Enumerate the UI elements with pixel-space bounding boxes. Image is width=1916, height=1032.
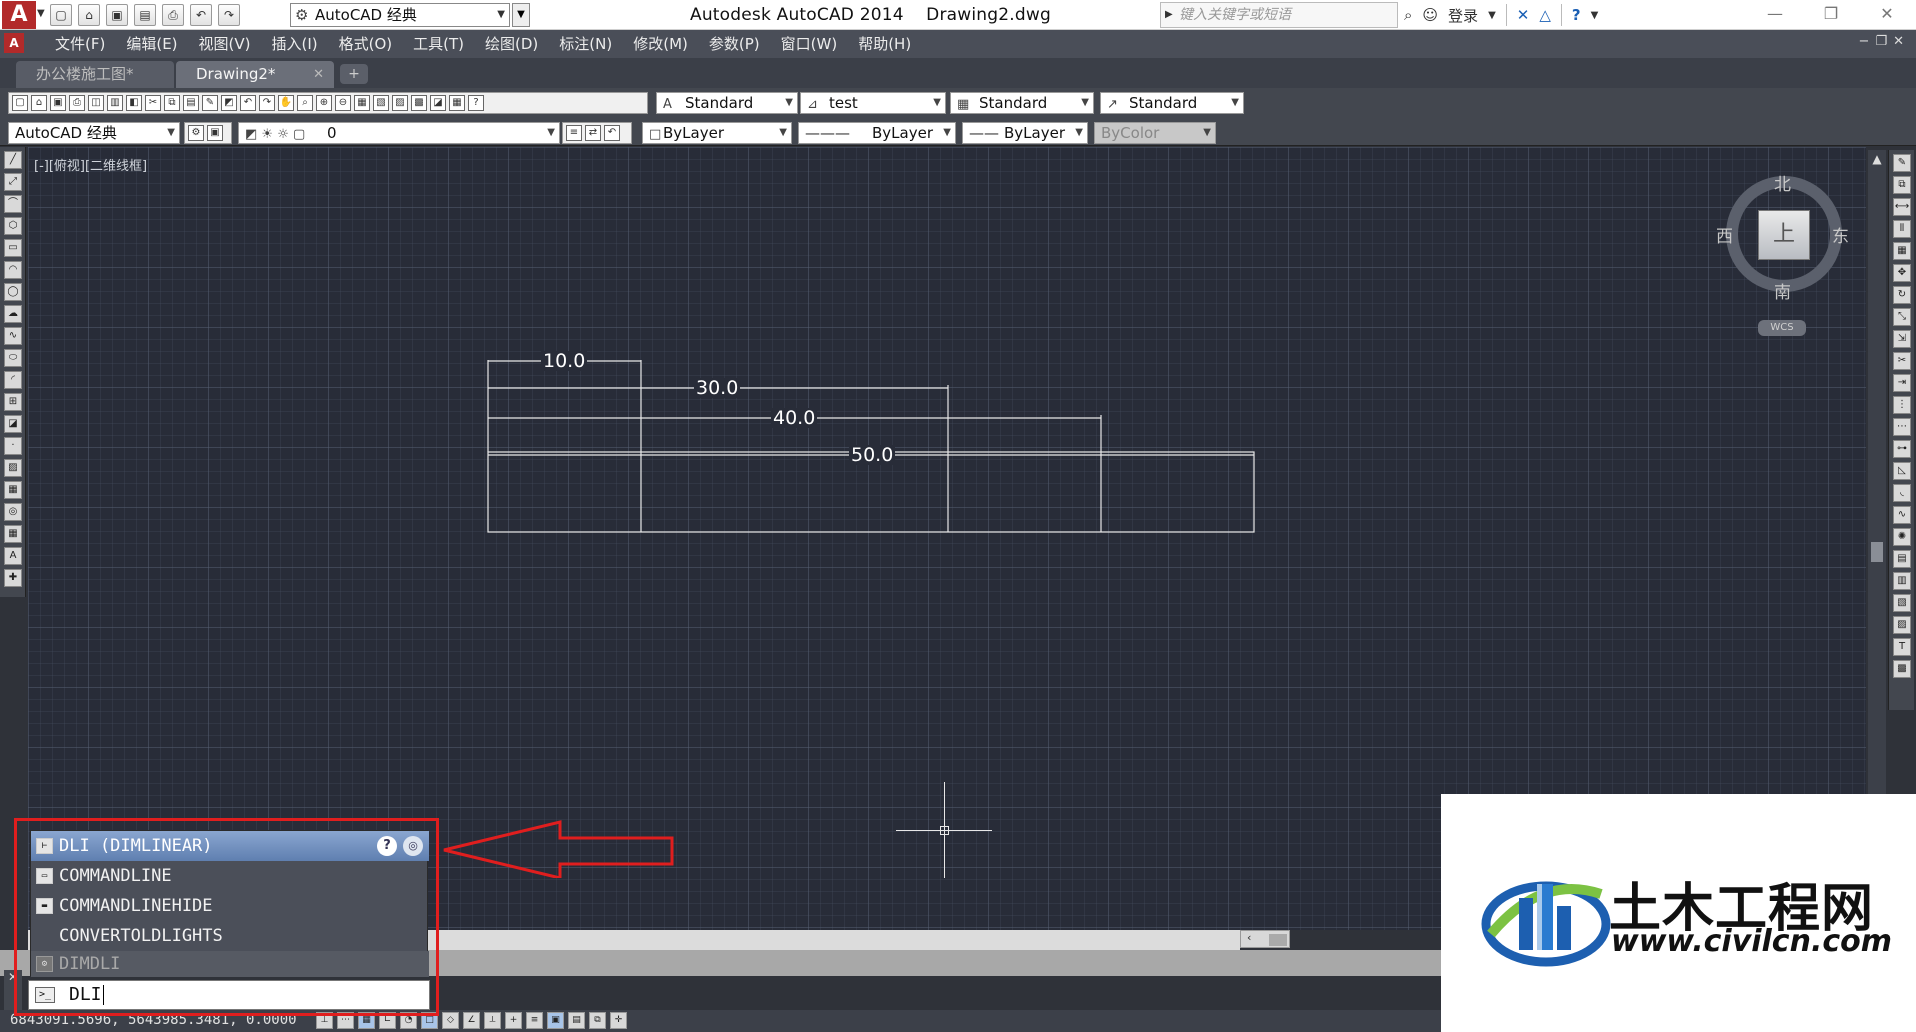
dynamic-input-icon[interactable]: + (505, 1012, 522, 1029)
quick-properties-icon[interactable]: ▤ (568, 1012, 585, 1029)
circle-icon[interactable]: ◯ (4, 283, 22, 301)
viewcube[interactable]: 上 北 南 东 西 (1716, 170, 1849, 303)
line-icon[interactable]: ╱ (4, 151, 22, 169)
highlight-box (14, 818, 439, 1016)
rectangle-icon[interactable]: ▭ (4, 239, 22, 257)
move-icon[interactable]: ✥ (1893, 264, 1911, 282)
make-block-icon[interactable]: ◪ (4, 415, 22, 433)
explode-icon[interactable]: ✺ (1893, 528, 1911, 546)
add-selected-icon[interactable]: ✚ (4, 569, 22, 587)
scroll-up-icon[interactable]: ▲ (1868, 152, 1886, 166)
polygon-icon[interactable]: ⬡ (4, 217, 22, 235)
lineweight-icon[interactable]: ≡ (526, 1012, 543, 1029)
compass-east[interactable]: 东 (1832, 222, 1849, 247)
table-icon[interactable]: ▦ (4, 525, 22, 543)
draw-toolbar: ╱ ⤢ ⌒ ⬡ ▭ ◠ ◯ ☁ ∿ ⬭ ◜ ⊞ ◪ · ▨ ▦ ◎ ▦ A ✚ (0, 147, 26, 597)
text-front-icon[interactable]: T (1893, 638, 1911, 656)
3d-object-snap-icon[interactable]: ◇ (442, 1012, 459, 1029)
scroll-thumb[interactable] (1269, 934, 1287, 946)
break-icon[interactable]: ⋯ (1893, 418, 1911, 436)
ellipse-icon[interactable]: ⬭ (4, 349, 22, 367)
region-icon[interactable]: ◎ (4, 503, 22, 521)
mtext-icon[interactable]: A (4, 547, 22, 565)
dimension-text-40: 40.0 (771, 407, 818, 429)
mirror-icon[interactable]: ⟷ (1893, 198, 1911, 216)
array-icon[interactable]: ▦ (1893, 242, 1911, 260)
scale-icon[interactable]: ⤡ (1893, 308, 1911, 326)
scroll-left-icon[interactable]: ‹ (1247, 931, 1251, 944)
civilcn-logo-icon (1481, 881, 1611, 967)
viewcube-top-face[interactable]: 上 (1758, 210, 1810, 260)
construction-line-icon[interactable]: ⤢ (4, 173, 22, 191)
arc-icon[interactable]: ◠ (4, 261, 22, 279)
dimension-lines (487, 360, 1254, 456)
compass-north[interactable]: 北 (1774, 170, 1791, 195)
dynamic-ucs-icon[interactable]: ⟂ (484, 1012, 501, 1029)
rotate-icon[interactable]: ↻ (1893, 286, 1911, 304)
blend-curves-icon[interactable]: ∿ (1893, 506, 1911, 524)
draworder-back-icon[interactable]: ▥ (1893, 572, 1911, 590)
break-at-point-icon[interactable]: ⋮ (1893, 396, 1911, 414)
stretch-icon[interactable]: ⇲ (1893, 330, 1911, 348)
insert-block-icon[interactable]: ⊞ (4, 393, 22, 411)
crosshair-pickbox (940, 826, 949, 835)
revcloud-icon[interactable]: ☁ (4, 305, 22, 323)
transparency-icon[interactable]: ▣ (547, 1012, 564, 1029)
annotation-monitor-icon[interactable]: ✛ (610, 1012, 627, 1029)
erase-icon[interactable]: ✎ (1893, 154, 1911, 172)
copy-icon[interactable]: ⧉ (1893, 176, 1911, 194)
send-under-icon[interactable]: ▨ (1893, 616, 1911, 634)
gradient-icon[interactable]: ▦ (4, 481, 22, 499)
horizontal-scrollbar[interactable]: ‹ (1240, 930, 1290, 948)
object-snap-tracking-icon[interactable]: ∠ (463, 1012, 480, 1029)
chamfer-icon[interactable]: ◺ (1893, 462, 1911, 480)
arrow-shape (443, 820, 674, 878)
selection-cycling-icon[interactable]: ⧉ (589, 1012, 606, 1029)
hatch-back-icon[interactable]: ▩ (1893, 660, 1911, 678)
highlight-arrow (443, 820, 674, 878)
draworder-front-icon[interactable]: ▤ (1893, 550, 1911, 568)
dimension-text-30: 30.0 (694, 377, 741, 399)
hatch-icon[interactable]: ▨ (4, 459, 22, 477)
modify-toolbar: ✎ ⧉ ⟷ ⫴ ▦ ✥ ↻ ⤡ ⇲ ✂ ⇥ ⋮ ⋯ ⊶ ◺ ◟ ∿ ✺ ▤ ▥ ▧ ▨ T ▩ (1888, 150, 1914, 710)
point-icon[interactable]: · (4, 437, 22, 455)
compass-south[interactable]: 南 (1774, 278, 1791, 303)
trim-icon[interactable]: ✂ (1893, 352, 1911, 370)
ellipse-arc-icon[interactable]: ◜ (4, 371, 22, 389)
site-watermark: 土木工程网 www.civilcn.com (1441, 794, 1916, 1032)
offset-icon[interactable]: ⫴ (1893, 220, 1911, 238)
wcs-menu-button[interactable]: WCS (1758, 320, 1806, 336)
polyline-icon[interactable]: ⌒ (4, 195, 22, 213)
compass-west[interactable]: 西 (1716, 222, 1733, 247)
dimension-text-10: 10.0 (541, 350, 588, 372)
dimension-text-50: 50.0 (849, 444, 896, 466)
join-icon[interactable]: ⊶ (1893, 440, 1911, 458)
spline-icon[interactable]: ∿ (4, 327, 22, 345)
fillet-icon[interactable]: ◟ (1893, 484, 1911, 502)
scroll-thumb[interactable] (1871, 542, 1883, 562)
bring-above-icon[interactable]: ▧ (1893, 594, 1911, 612)
extend-icon[interactable]: ⇥ (1893, 374, 1911, 392)
watermark-url: www.civilcn.com (1611, 924, 1893, 959)
